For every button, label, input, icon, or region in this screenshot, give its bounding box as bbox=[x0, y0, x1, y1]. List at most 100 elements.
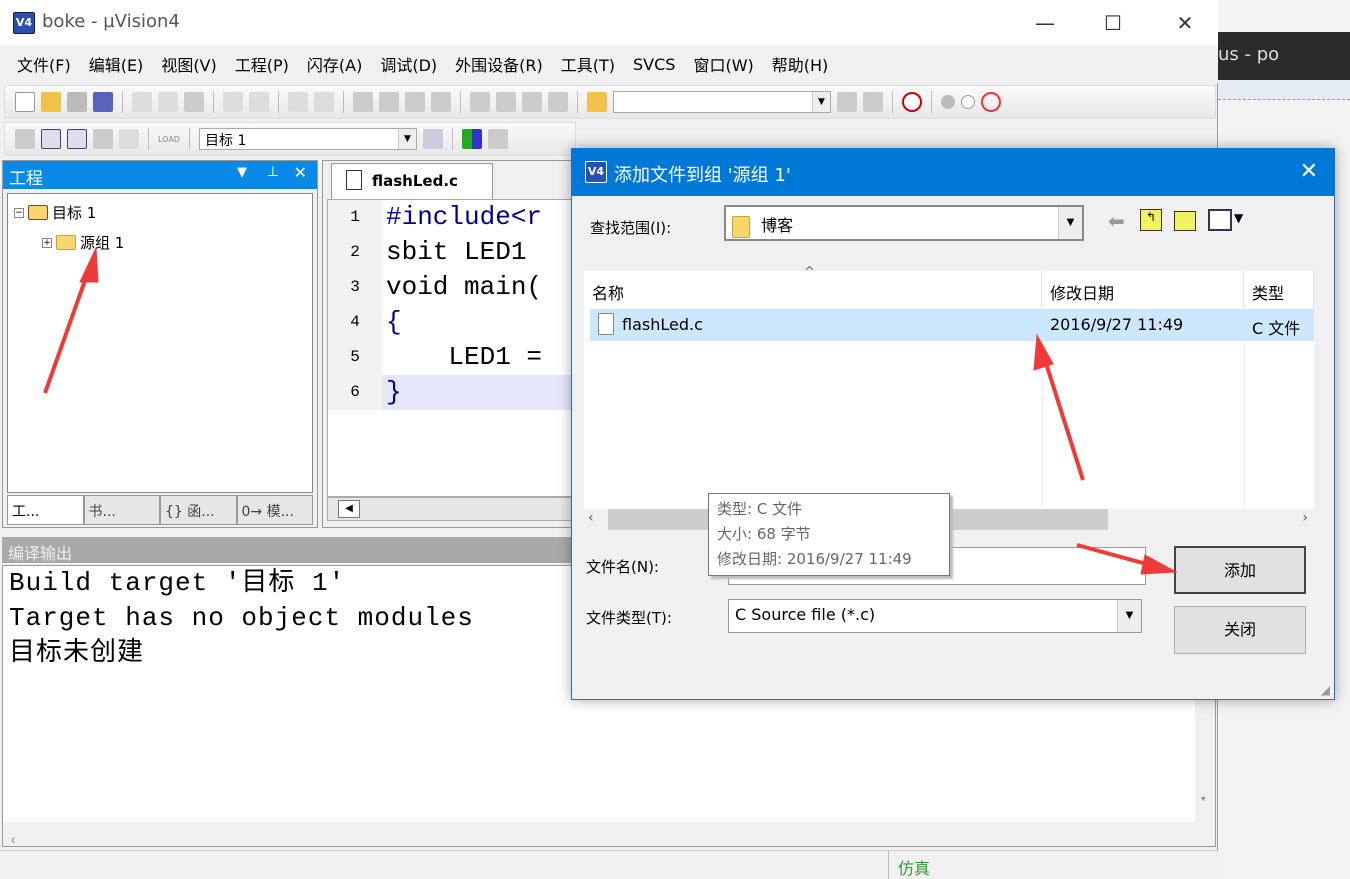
menu-debug[interactable]: 调试(D) bbox=[371, 52, 446, 76]
look-in-label: 查找范围(I): bbox=[590, 219, 672, 237]
breakpoint-icon[interactable] bbox=[941, 95, 955, 109]
chevron-down-icon[interactable]: ▼ bbox=[398, 129, 416, 149]
batch-build-icon[interactable] bbox=[93, 129, 113, 149]
tab-functions[interactable]: {} 函... bbox=[160, 495, 237, 525]
new-folder-icon[interactable] bbox=[1174, 211, 1196, 231]
filetype-select[interactable]: C Source file (*.c) ▼ bbox=[728, 599, 1142, 633]
menu-svcs[interactable]: SVCS bbox=[624, 55, 684, 74]
clear-bookmarks-icon[interactable] bbox=[431, 92, 451, 112]
build-icon[interactable] bbox=[41, 129, 61, 149]
target-select[interactable]: 目标 1 ▼ bbox=[199, 128, 417, 150]
menu-peripherals[interactable]: 外围设备(R) bbox=[446, 52, 552, 76]
look-in-value: 博客 bbox=[761, 216, 794, 235]
menu-edit[interactable]: 编辑(E) bbox=[80, 52, 153, 76]
view-menu-icon[interactable] bbox=[1208, 209, 1232, 231]
chevron-down-icon[interactable]: ▼ bbox=[1058, 207, 1082, 239]
menu-view[interactable]: 视图(V) bbox=[152, 52, 225, 76]
save-all-icon[interactable] bbox=[93, 92, 113, 112]
code-line: #include<r bbox=[386, 202, 543, 232]
uncomment-icon[interactable] bbox=[548, 92, 568, 112]
close-dialog-button[interactable]: 关闭 bbox=[1174, 606, 1306, 654]
nav-forward-icon[interactable] bbox=[314, 92, 334, 112]
undo-icon[interactable] bbox=[223, 92, 243, 112]
expand-icon[interactable]: + bbox=[42, 237, 52, 248]
add-button[interactable]: 添加 bbox=[1174, 546, 1306, 594]
disable-breakpoint-icon[interactable] bbox=[961, 95, 975, 109]
pin-icon[interactable]: ⊥ bbox=[267, 164, 279, 180]
up-folder-icon[interactable]: ↰ bbox=[1140, 209, 1162, 231]
nav-back-icon[interactable] bbox=[288, 92, 308, 112]
comment-icon[interactable] bbox=[522, 92, 542, 112]
file-row[interactable]: flashLed.c 2016/9/27 11:49 C 文件 bbox=[590, 309, 1314, 341]
find-icon[interactable] bbox=[837, 92, 857, 112]
manage-components-icon[interactable] bbox=[462, 129, 482, 149]
menu-window[interactable]: 窗口(W) bbox=[684, 52, 762, 76]
minimize-button[interactable]: — bbox=[1030, 8, 1060, 38]
chevron-down-icon[interactable]: ▼ bbox=[812, 92, 830, 112]
translate-icon[interactable] bbox=[15, 129, 35, 149]
target-options-icon[interactable] bbox=[423, 129, 443, 149]
line-number: 1 bbox=[328, 200, 382, 235]
open-folder-icon[interactable] bbox=[41, 92, 61, 112]
uvision-logo-icon: V4 bbox=[585, 161, 607, 183]
column-header-type[interactable]: 类型 bbox=[1244, 271, 1314, 309]
load-icon[interactable]: LOAD bbox=[158, 135, 180, 144]
bookmark-icon[interactable] bbox=[353, 92, 373, 112]
look-in-select[interactable]: 博客 ▼ bbox=[724, 205, 1084, 241]
column-header-modified[interactable]: 修改日期 bbox=[1042, 271, 1244, 309]
new-file-icon[interactable] bbox=[15, 92, 35, 112]
output-horizontal-scrollbar[interactable]: ‹ bbox=[3, 822, 1215, 849]
tab-project[interactable]: 工... bbox=[7, 495, 84, 525]
column-header-name[interactable]: 名称 bbox=[584, 271, 1042, 309]
prev-bookmark-icon[interactable] bbox=[379, 92, 399, 112]
copy-icon[interactable] bbox=[158, 92, 178, 112]
tree-item-target[interactable]: − 目标 1 bbox=[14, 202, 96, 223]
find-combo[interactable]: ▼ bbox=[613, 91, 831, 113]
incremental-find-icon[interactable] bbox=[863, 92, 883, 112]
file-name: flashLed.c bbox=[622, 315, 703, 334]
redo-icon[interactable] bbox=[249, 92, 269, 112]
resize-grip-icon[interactable]: ◢ bbox=[1321, 683, 1330, 697]
back-icon[interactable]: ⬅ bbox=[1108, 209, 1125, 233]
target-folder-icon bbox=[28, 205, 48, 220]
scroll-left-icon[interactable]: ◀ bbox=[338, 500, 360, 518]
tab-books[interactable]: 书... bbox=[83, 495, 160, 525]
cut-icon[interactable] bbox=[132, 92, 152, 112]
save-icon[interactable] bbox=[67, 92, 87, 112]
folder-icon bbox=[56, 235, 76, 250]
debug-session-icon[interactable] bbox=[902, 92, 922, 112]
tab-templates[interactable]: 0→ 模... bbox=[236, 495, 313, 525]
rebuild-icon[interactable] bbox=[67, 129, 87, 149]
unindent-icon[interactable] bbox=[496, 92, 516, 112]
dialog-close-icon[interactable]: ✕ bbox=[1300, 159, 1318, 184]
find-in-files-icon[interactable] bbox=[587, 92, 607, 112]
title-bar: V4 boke - µVision4 — ☐ ✕ bbox=[0, 0, 1218, 45]
menu-help[interactable]: 帮助(H) bbox=[763, 52, 838, 76]
select-packs-icon[interactable] bbox=[488, 129, 508, 149]
panel-menu-icon[interactable]: ▼ bbox=[237, 165, 247, 180]
status-bar: 仿真 bbox=[0, 850, 1218, 879]
line-number: 4 bbox=[328, 305, 382, 340]
paste-icon[interactable] bbox=[184, 92, 204, 112]
chevron-down-icon[interactable]: ▼ bbox=[1117, 600, 1141, 632]
close-panel-icon[interactable]: ✕ bbox=[294, 163, 307, 182]
background-window-toolbar bbox=[1218, 80, 1350, 100]
tooltip-line: 修改日期: 2016/9/27 11:49 bbox=[717, 550, 912, 568]
menu-flash[interactable]: 闪存(A) bbox=[298, 52, 371, 76]
stop-build-icon[interactable] bbox=[119, 129, 139, 149]
tree-item-source-group[interactable]: + 源组 1 bbox=[42, 232, 124, 253]
menu-file[interactable]: 文件(F) bbox=[8, 52, 80, 76]
indent-icon[interactable] bbox=[470, 92, 490, 112]
menu-tools[interactable]: 工具(T) bbox=[552, 52, 624, 76]
tree-item-label: 源组 1 bbox=[80, 234, 125, 252]
editor-tab-flashled[interactable]: flashLed.c bbox=[331, 163, 493, 199]
close-button[interactable]: ✕ bbox=[1170, 8, 1200, 38]
kill-breakpoints-icon[interactable] bbox=[981, 92, 1001, 112]
menu-project[interactable]: 工程(P) bbox=[226, 52, 298, 76]
line-number: 3 bbox=[328, 270, 382, 305]
maximize-button[interactable]: ☐ bbox=[1098, 8, 1128, 38]
chevron-down-icon[interactable]: ▼ bbox=[1234, 211, 1243, 225]
collapse-icon[interactable]: − bbox=[14, 207, 24, 218]
next-bookmark-icon[interactable] bbox=[405, 92, 425, 112]
background-window-titlebar: us - po bbox=[1218, 32, 1350, 80]
